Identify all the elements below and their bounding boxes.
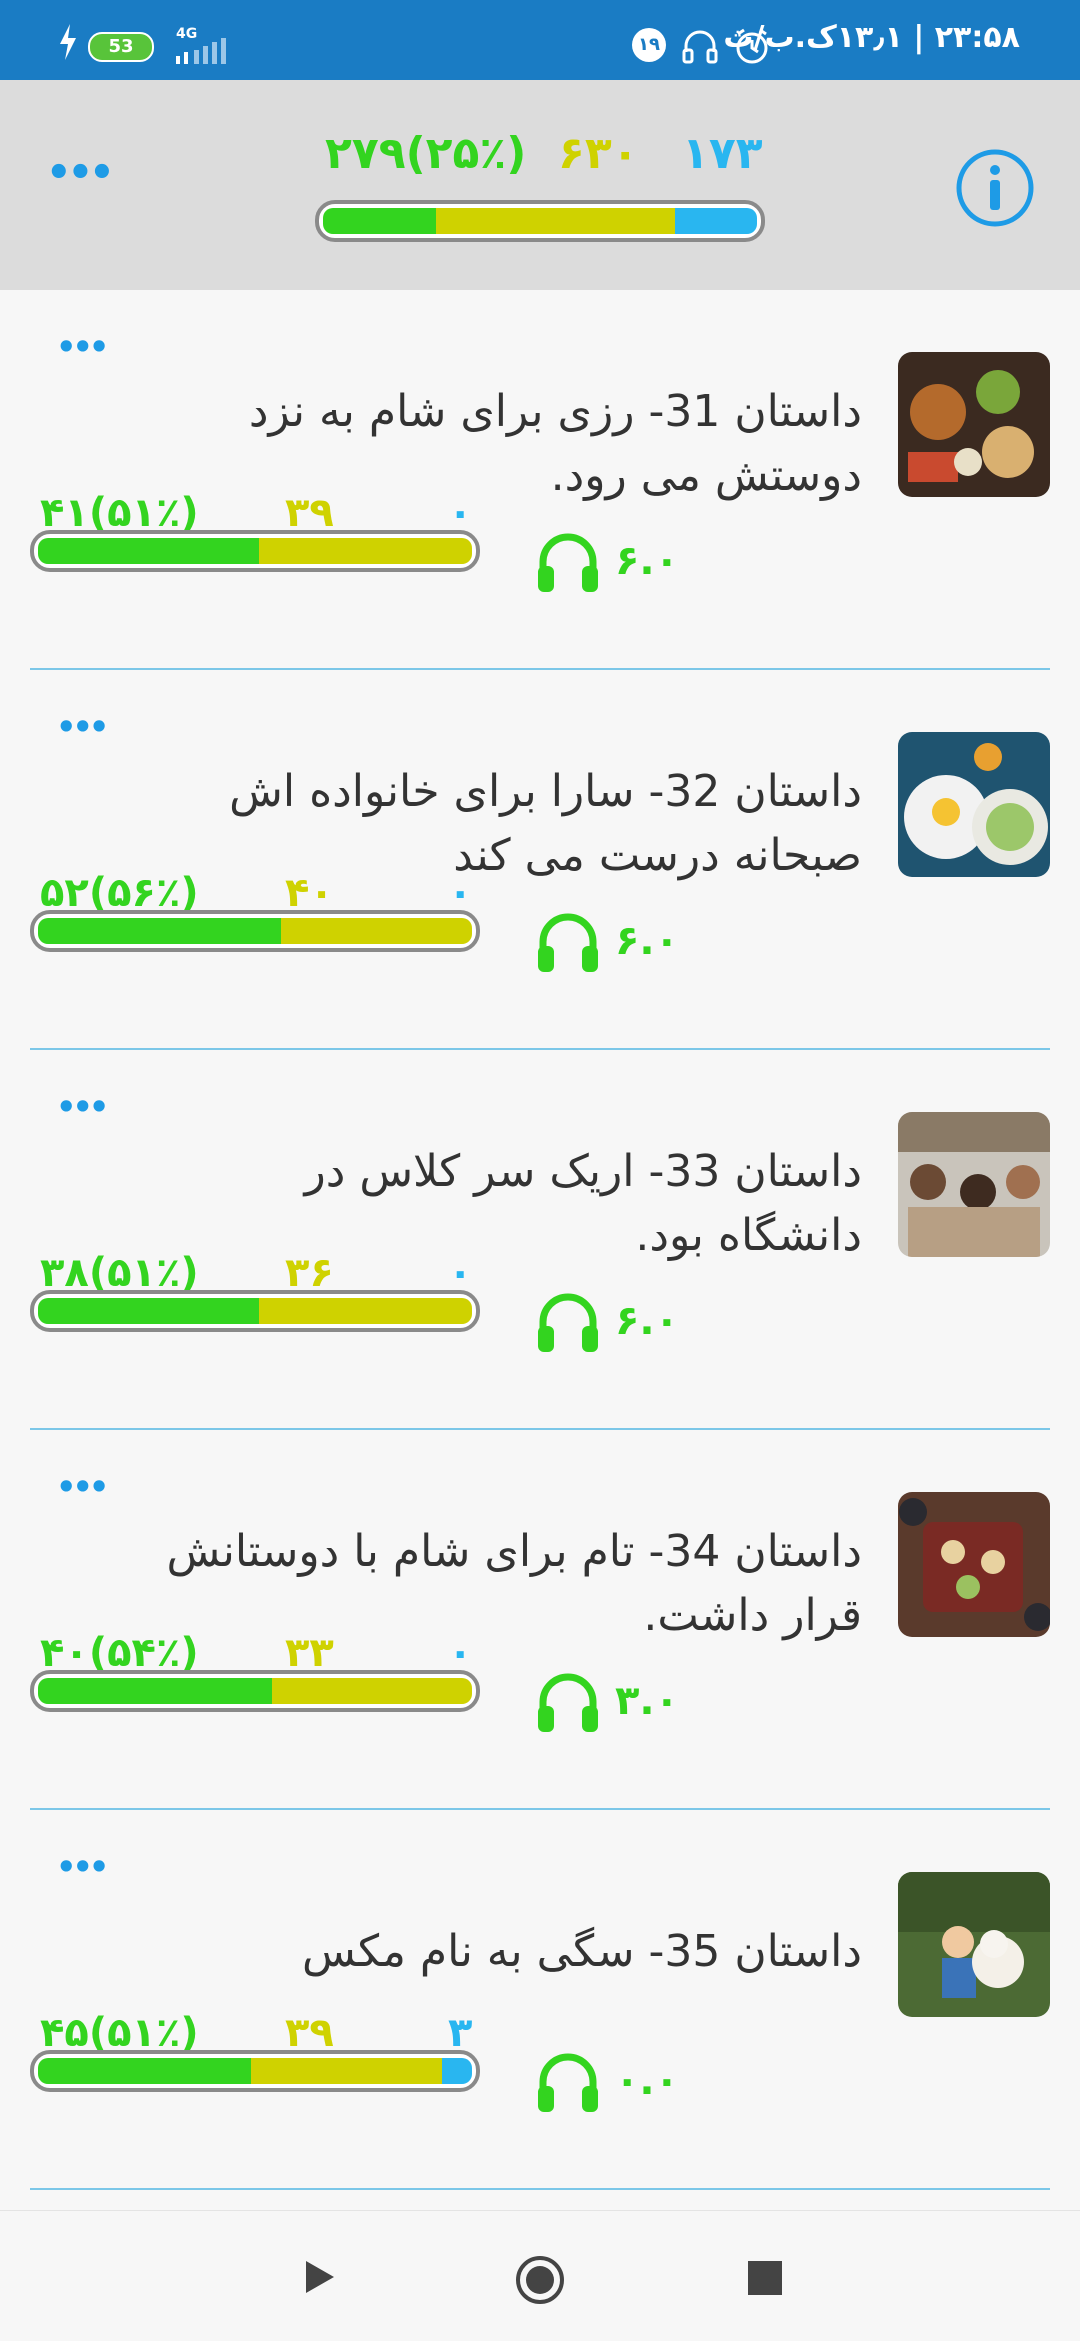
story-list-item[interactable]: ••• داستان 32- سارا برای خانواده اش صبحا… xyxy=(0,670,1080,1050)
story-more-button[interactable]: ••• xyxy=(56,1468,109,1506)
story-duration: ۳.۰ xyxy=(615,1678,680,1724)
story-thumbnail xyxy=(898,1872,1050,2017)
notification-badge: ۱۹ xyxy=(632,28,666,62)
system-nav-bar xyxy=(0,2210,1080,2341)
story-duration: ۰.۰ xyxy=(615,2058,680,2104)
headphones-icon[interactable] xyxy=(535,530,601,596)
header-more-button[interactable]: ••• xyxy=(46,150,115,196)
story-title: داستان 33- اریک سر کلاس در دانشگاه بود. xyxy=(304,1146,863,1261)
story-list-item[interactable]: ••• داستان 34- تام برای شام با دوستانش ق… xyxy=(0,1430,1080,1810)
story-duration: ۶.۰ xyxy=(615,538,680,584)
nav-home-circle-icon[interactable] xyxy=(515,2255,565,2305)
story-progress-bar xyxy=(30,530,480,572)
header-known-count: ۲۷۹(۲۵٪) xyxy=(325,128,527,179)
story-progress-bar xyxy=(30,1290,480,1332)
story-progress-bar xyxy=(30,910,480,952)
status-bar: 53 4G ۱۹ ۲۳:۵۸ | ۱۳٫۱ک.ب/ث xyxy=(0,0,1080,80)
story-title: داستان 32- سارا برای خانواده اش صبحانه د… xyxy=(229,766,862,881)
story-more-button[interactable]: ••• xyxy=(56,328,109,366)
battery-indicator: 53 xyxy=(88,32,154,62)
headphones-icon[interactable] xyxy=(535,2050,601,2116)
story-list-item[interactable]: ••• داستان 31- رزی برای شام به نزد دوستش… xyxy=(0,290,1080,670)
header-progress-bar xyxy=(315,200,765,242)
headphones-icon[interactable] xyxy=(535,1670,601,1736)
header-new-count: ۱۷۳ xyxy=(682,128,763,179)
story-duration: ۶.۰ xyxy=(615,918,680,964)
nav-recents-square-icon[interactable] xyxy=(746,2259,784,2297)
story-thumbnail xyxy=(898,1112,1050,1257)
nav-back-triangle-icon[interactable] xyxy=(300,2257,340,2297)
story-more-button[interactable]: ••• xyxy=(56,1848,109,1886)
story-thumbnail xyxy=(898,732,1050,877)
story-progress-bar xyxy=(30,1670,480,1712)
headphones-icon[interactable] xyxy=(535,910,601,976)
headset-notification-icon xyxy=(682,30,718,64)
story-more-button[interactable]: ••• xyxy=(56,1088,109,1126)
summary-header: ••• ۲۷۹(۲۵٪) ۶۳۰ ۱۷۳ xyxy=(0,80,1080,290)
story-thumbnail xyxy=(898,1492,1050,1637)
signal-icon xyxy=(176,38,226,64)
story-thumbnail xyxy=(898,352,1050,497)
item-divider xyxy=(30,2188,1050,2190)
story-list-item[interactable]: ••• داستان 35- سگی به نام مکس ۴۵(۵۱٪) ۳۹… xyxy=(0,1810,1080,2190)
story-title: داستان 34- تام برای شام با دوستانش قرار … xyxy=(166,1526,862,1641)
story-title: داستان 35- سگی به نام مکس xyxy=(301,1926,862,1977)
headphones-icon[interactable] xyxy=(535,1290,601,1356)
story-duration: ۶.۰ xyxy=(615,1298,680,1344)
story-more-button[interactable]: ••• xyxy=(56,708,109,746)
story-title: داستان 31- رزی برای شام به نزد دوستش می … xyxy=(248,386,862,501)
charging-icon xyxy=(60,24,76,60)
info-icon[interactable] xyxy=(955,148,1035,228)
story-progress-bar xyxy=(30,2050,480,2092)
story-list-item[interactable]: ••• داستان 33- اریک سر کلاس در دانشگاه ب… xyxy=(0,1050,1080,1430)
status-time: ۲۳:۵۸ | ۱۳٫۱ک.ب/ث xyxy=(723,20,1020,55)
header-learning-count: ۶۳۰ xyxy=(558,128,639,179)
